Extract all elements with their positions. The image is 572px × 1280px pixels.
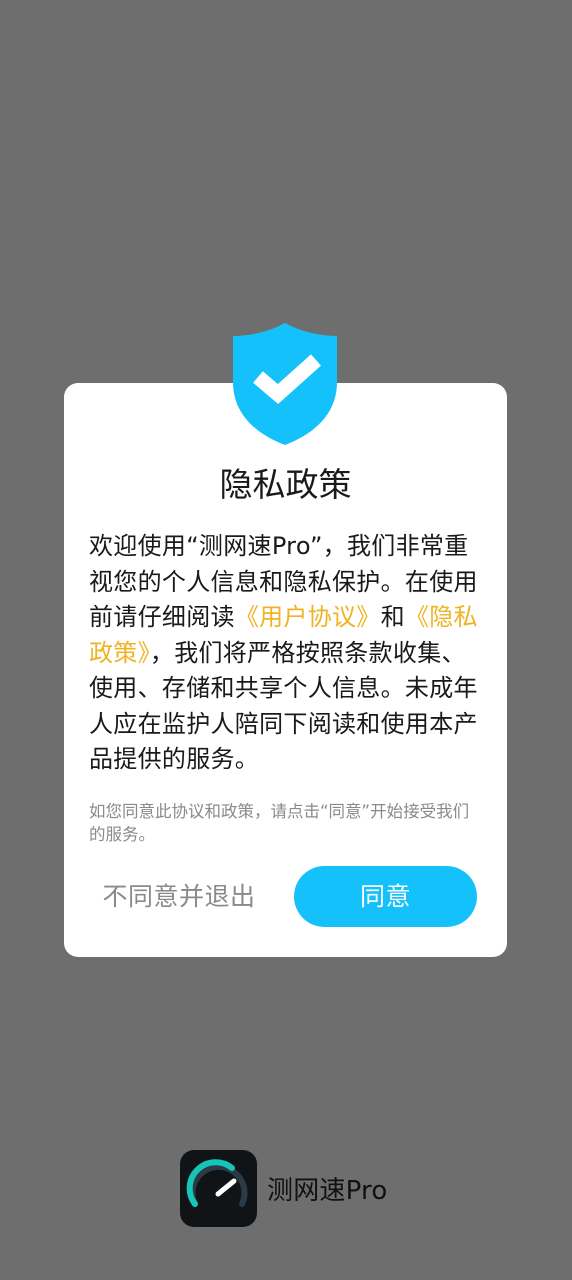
and-text: 和: [380, 603, 405, 631]
dialog-body: 欢迎使用“测网速Pro”，我们非常重视您的个人信息和隐私保护。在使用前请仔细阅读…: [89, 529, 483, 778]
dialog-title: 隐私政策: [219, 465, 352, 504]
user-agreement-link[interactable]: 《用户协议》: [235, 603, 381, 631]
app-name: 测网速Pro: [267, 1176, 388, 1206]
agree-button[interactable]: 同意: [294, 866, 477, 927]
privacy-dialog: 隐私政策 欢迎使用“测网速Pro”，我们非常重视您的个人信息和隐私保护。在使用前…: [64, 383, 507, 957]
consent-note: 如您同意此协议和政策，请点击“同意”开始接受我们的服务。: [89, 802, 470, 844]
decline-exit-button[interactable]: 不同意并退出: [94, 867, 264, 927]
brand-footer: 测网速Pro: [180, 1150, 387, 1227]
shield-check-icon: [233, 323, 337, 445]
speedometer-icon: [180, 1150, 257, 1227]
